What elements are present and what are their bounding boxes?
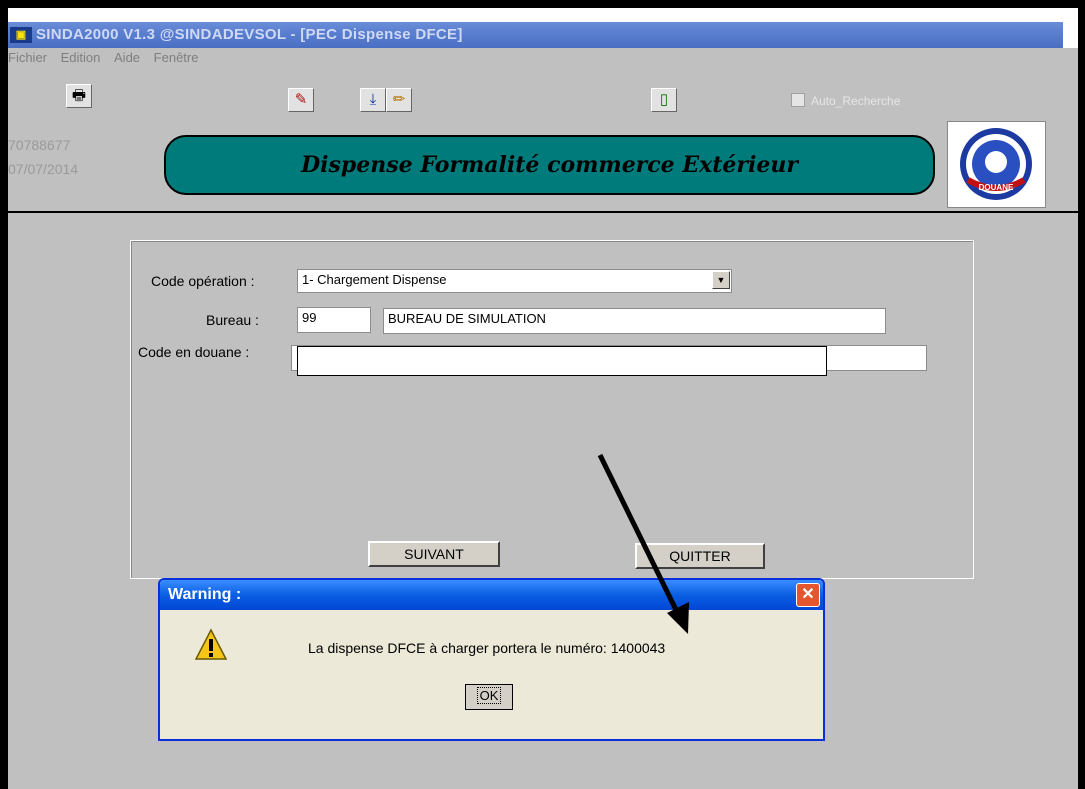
screenshot-frame: ▣ SINDA2000 V1.3 @SINDADEVSOL - [PEC Dis… bbox=[0, 0, 1085, 789]
annotation-arrow bbox=[597, 453, 689, 634]
